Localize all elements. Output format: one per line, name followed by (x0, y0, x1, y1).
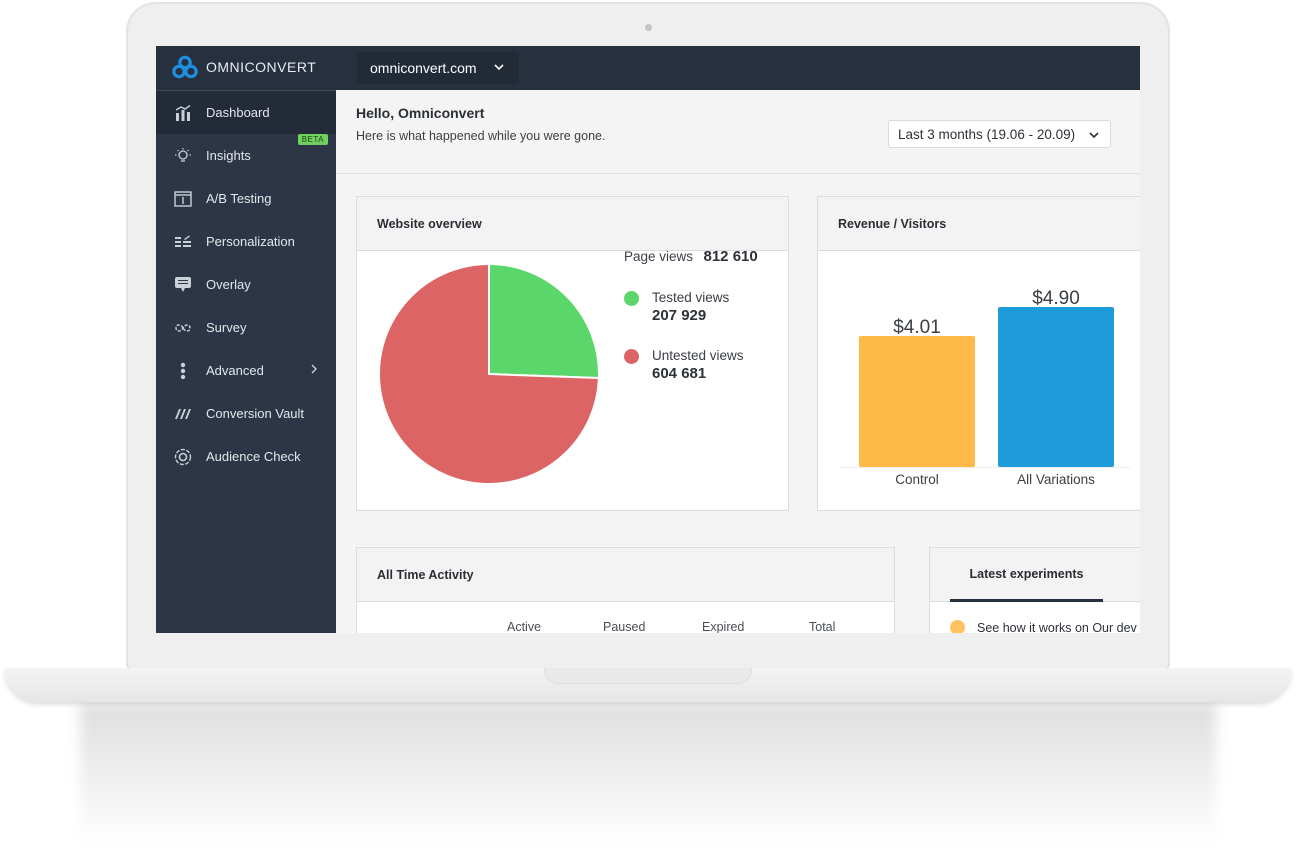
page-views-row: Page views 812 610 (624, 248, 758, 266)
greeting-title: Hello, Omniconvert (356, 105, 485, 121)
sidebar-item-label: Insights (206, 148, 251, 163)
sidebar-item-ab-testing[interactable]: A/B Testing (156, 177, 336, 220)
legend-label: Tested views (652, 290, 730, 305)
greeting-header: Hello, Omniconvert Here is what happened… (336, 90, 1140, 174)
legend-value: 604 681 (652, 365, 707, 382)
site-selector[interactable]: omniconvert.com (357, 52, 519, 84)
bar-control[interactable] (859, 336, 975, 467)
sidebar-item-audience-check[interactable]: Audience Check (156, 435, 336, 478)
lightbulb-icon (174, 147, 192, 165)
brand-name: OMNICONVERT (206, 59, 317, 75)
sidebar-item-dashboard[interactable]: Dashboard (156, 91, 336, 134)
sidebar-item-label: Overlay (206, 277, 251, 292)
main-content: Hello, Omniconvert Here is what happened… (336, 90, 1140, 633)
page-views-label: Page views (624, 249, 694, 264)
legend-dot-tested (624, 291, 639, 306)
experiment-name: See how it works on Our dev (977, 620, 1137, 634)
bar-all-variations[interactable] (998, 307, 1114, 467)
legend-label: Untested views (652, 348, 744, 363)
sidebar-item-personalization[interactable]: Personalization (156, 220, 336, 263)
sidebar-item-label: Personalization (206, 234, 295, 249)
legend-value: 207 929 (652, 307, 707, 324)
pie-slice-tested-views[interactable] (488, 262, 600, 380)
bar-value-label: $4.01 (893, 317, 941, 338)
legend-item-untested: Untested views 604 681 (624, 348, 758, 382)
laptop-mockup: OMNICONVERT omniconvert.com Dashboard In… (0, 0, 1296, 859)
date-range-selector[interactable]: Last 3 months (19.06 - 20.09) (888, 120, 1111, 148)
sidebar-item-label: Dashboard (206, 105, 270, 120)
omniconvert-logo-icon (172, 55, 198, 79)
top-bar: OMNICONVERT omniconvert.com (156, 46, 1140, 90)
chevron-right-icon (311, 364, 317, 374)
laptop-shadow (80, 704, 1216, 844)
app-screen: OMNICONVERT omniconvert.com Dashboard In… (156, 46, 1140, 633)
experiment-status-dot (950, 620, 965, 633)
laptop-notch (544, 668, 752, 684)
sidebar: Dashboard Insights BETA A/B Testing Pers… (156, 90, 336, 633)
overview-legend: Page views 812 610 Tested views 207 929 … (624, 248, 758, 382)
sidebar-item-label: Conversion Vault (206, 406, 305, 421)
site-selector-value: omniconvert.com (370, 60, 477, 76)
sidebar-item-label: A/B Testing (206, 191, 272, 206)
chevron-down-icon (494, 64, 504, 71)
greeting-subtitle: Here is what happened while you were gon… (356, 129, 606, 143)
column-header-active[interactable]: Active (507, 620, 541, 633)
window-split-icon (174, 190, 192, 208)
revenue-visitors-card: Revenue / Visitors $4.01 Control $4.90 All … (817, 196, 1140, 511)
card-title: Revenue / Visitors (818, 197, 1140, 251)
card-title: All Time Activity (357, 548, 894, 602)
legend-dot-untested (624, 349, 639, 364)
bar-category-label: All Variations (1017, 472, 1095, 487)
column-header-expired[interactable]: Expired (702, 620, 744, 633)
bar-chart: $4.01 Control $4.90 All Variations (840, 288, 1130, 487)
sidebar-item-label: Audience Check (206, 449, 301, 464)
sidebar-item-conversion-vault[interactable]: Conversion Vault (156, 392, 336, 435)
all-time-activity-card: All Time Activity Active Paused Expired … (356, 547, 895, 633)
legend-item-tested: Tested views 207 929 (624, 290, 758, 324)
sidebar-item-advanced[interactable]: Advanced (156, 349, 336, 392)
bar-category-label: Control (895, 472, 939, 487)
bar-value-label: $4.90 (1032, 288, 1080, 309)
vertical-dots-icon (174, 362, 192, 380)
sidebar-item-label: Advanced (206, 363, 264, 378)
date-range-value: Last 3 months (19.06 - 20.09) (898, 126, 1076, 142)
website-overview-card: Website overview Page views 812 610 Test… (356, 196, 789, 511)
webcam-dot (645, 24, 652, 31)
chat-bubble-icon (174, 276, 192, 294)
column-header-total[interactable]: Total (809, 620, 835, 633)
infinity-icon (174, 319, 192, 337)
experiment-list-item[interactable]: See how it works on Our dev (950, 620, 1137, 633)
bar-chart-icon (174, 104, 192, 122)
sidebar-item-insights[interactable]: Insights BETA (156, 134, 336, 177)
column-header-paused[interactable]: Paused (603, 620, 645, 633)
pie-chart (378, 262, 600, 485)
sidebar-item-label: Survey (206, 320, 247, 335)
personalization-icon (174, 233, 192, 251)
vault-stripes-icon (174, 405, 192, 423)
page-views-value: 812 610 (703, 248, 758, 265)
tab-latest-experiments[interactable]: Latest experiments (950, 548, 1103, 602)
sidebar-item-overlay[interactable]: Overlay (156, 263, 336, 306)
brand-logo[interactable]: OMNICONVERT (172, 55, 316, 79)
sidebar-item-survey[interactable]: Survey (156, 306, 336, 349)
card-title: Website overview (357, 197, 788, 251)
chevron-down-icon (1089, 132, 1099, 139)
latest-experiments-card: Latest experiments See how it works on O… (929, 547, 1140, 633)
beta-badge: BETA (297, 134, 328, 145)
target-gear-icon (174, 448, 192, 466)
